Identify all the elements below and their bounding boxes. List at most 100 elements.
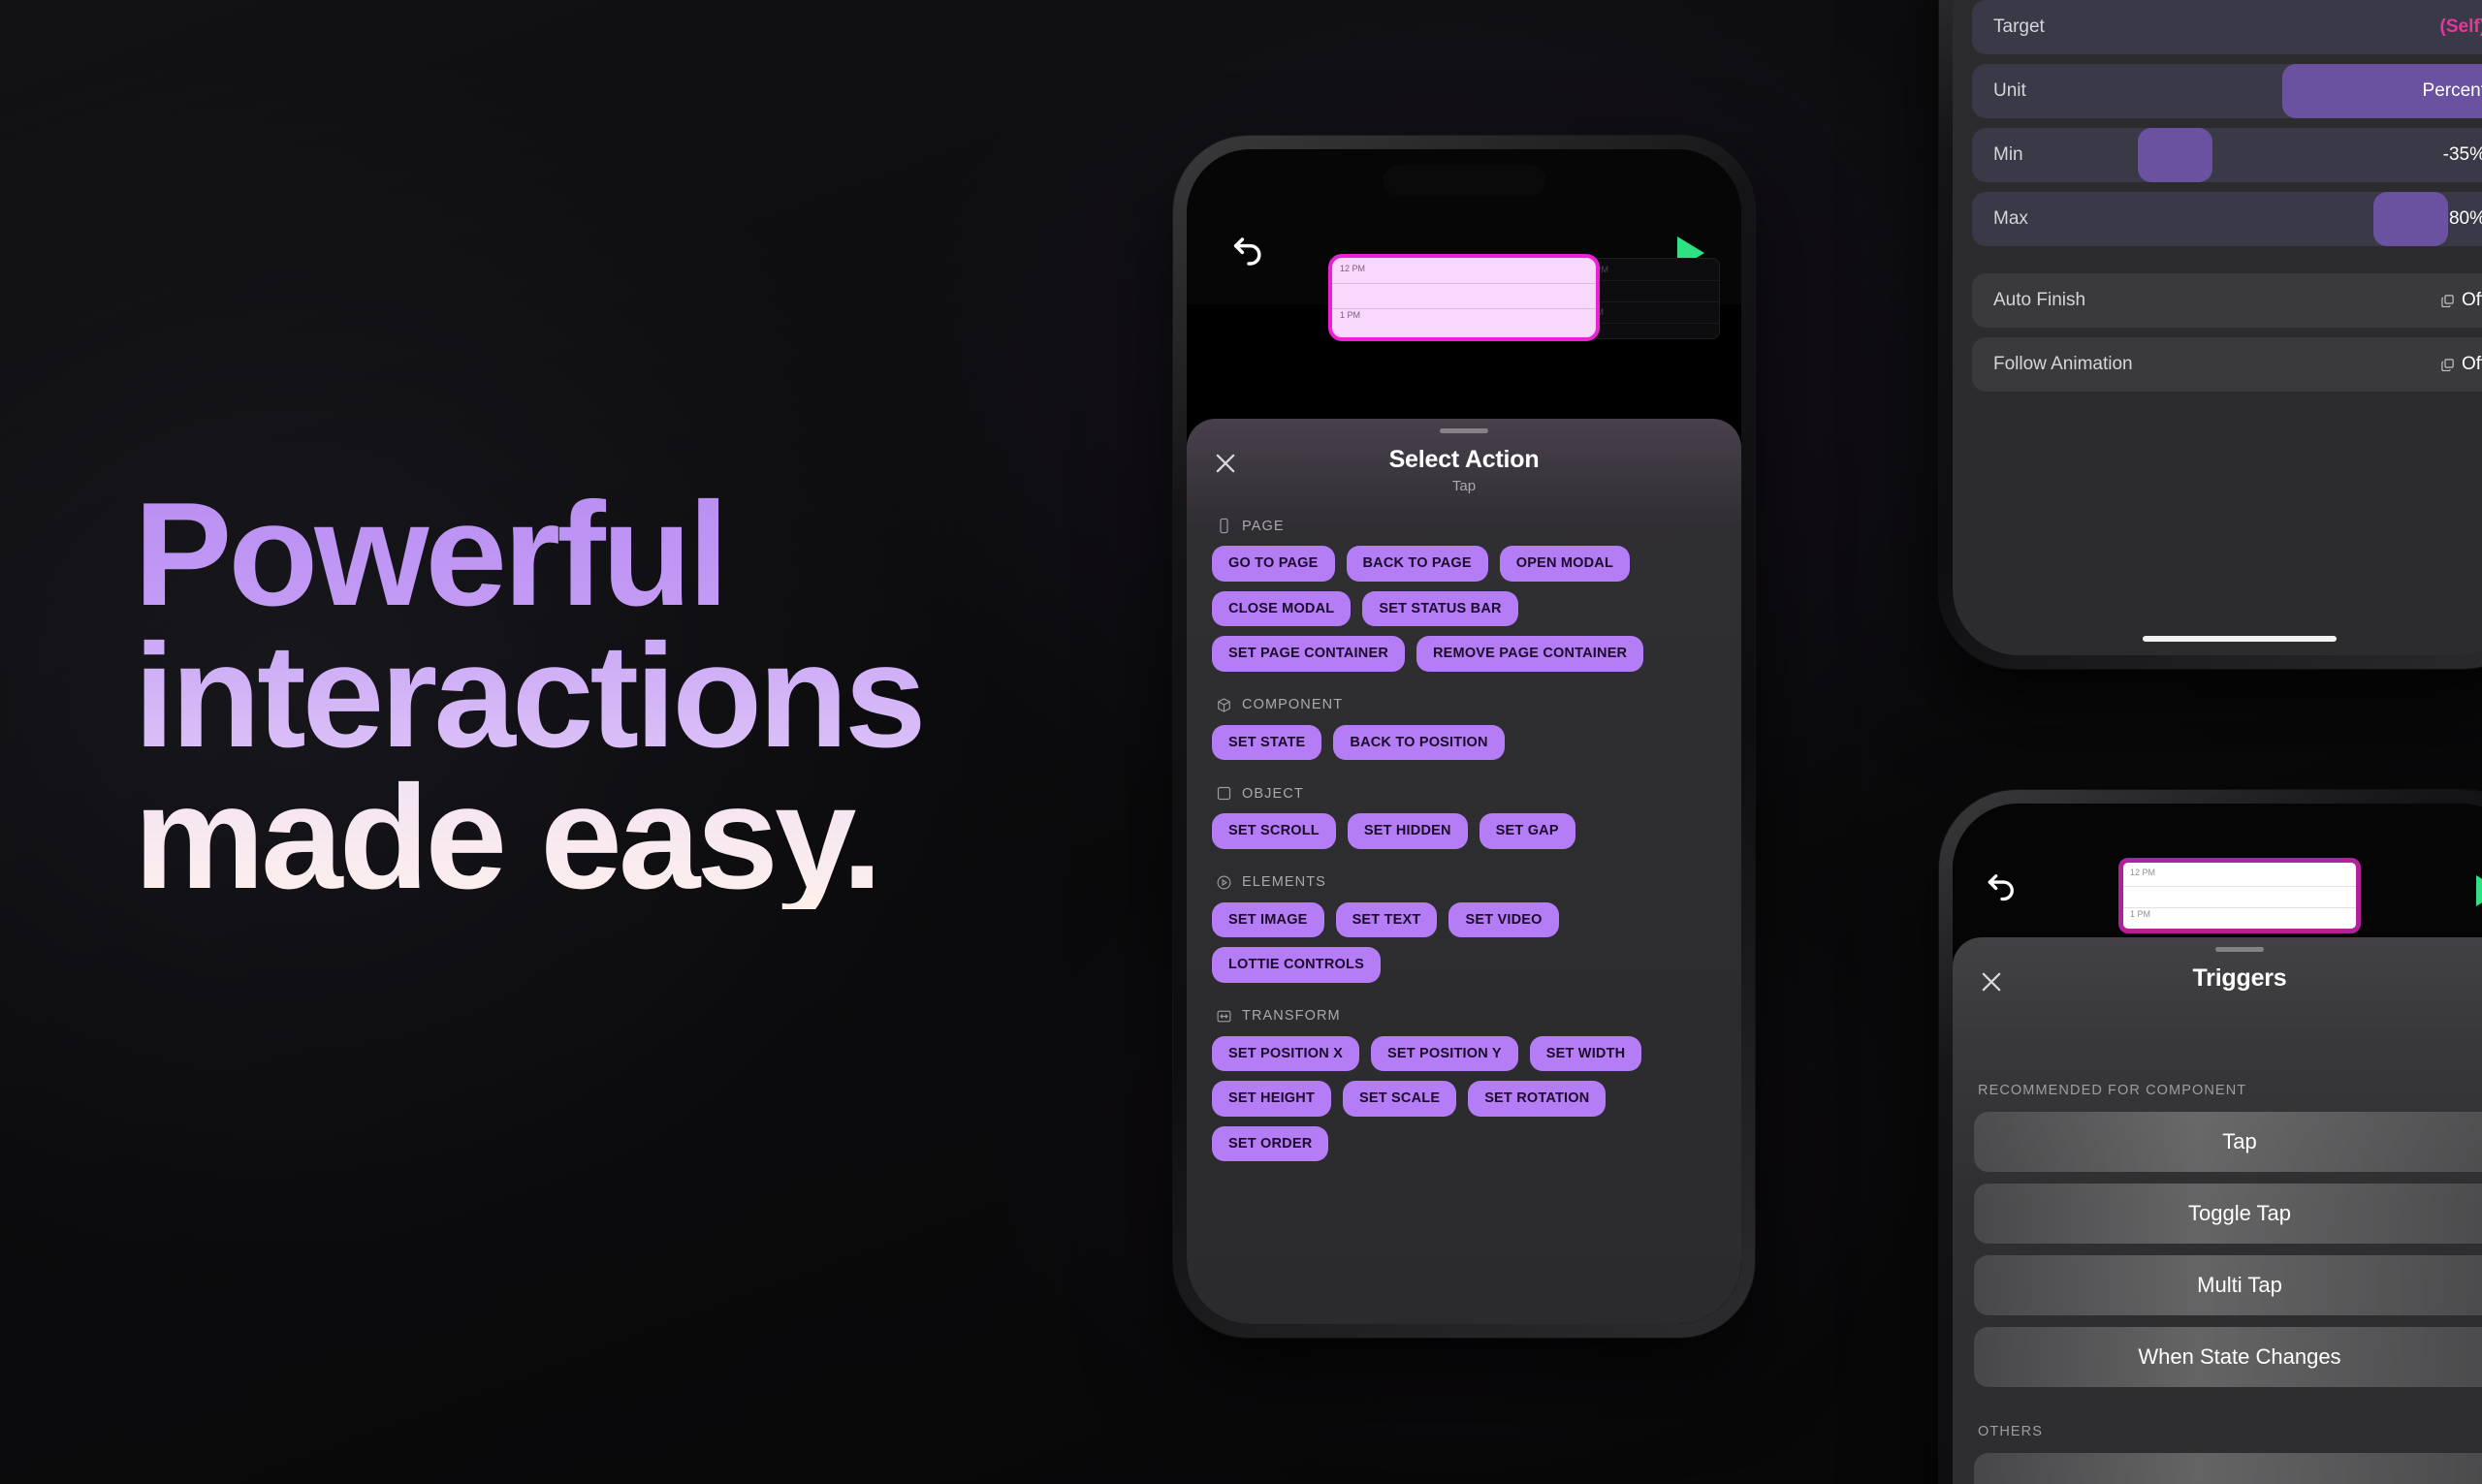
action-chip[interactable]: SET IMAGE [1212, 901, 1324, 937]
triggers-spacer [1974, 1399, 2482, 1424]
row-spacer [1972, 256, 2482, 273]
section-label: PAGE [1242, 518, 1285, 534]
action-chip[interactable]: SET TEXT [1335, 901, 1438, 937]
trigger-item[interactable]: Multi Tap [1974, 1255, 2482, 1315]
phone-triggers: 12 PM 1 PM Triggers RECOMMENDED FOR COMP… [1939, 790, 2482, 1484]
action-chip[interactable]: SET ORDER [1212, 1125, 1329, 1161]
play-icon[interactable] [2476, 875, 2482, 906]
canvas-label-bottom: 1 PM [2130, 909, 2151, 919]
sheet-subtitle: Tap [1451, 478, 1477, 494]
action-chip[interactable]: SET HEIGHT [1212, 1081, 1332, 1117]
hero-line-2: interactions [134, 622, 1123, 770]
canvas-label-top: 12 PM [1340, 264, 1366, 273]
action-chip[interactable]: SET STATUS BAR [1362, 590, 1518, 626]
action-sections: PAGE GO TO PAGE BACK TO PAGE OPEN MODAL … [1187, 512, 1741, 1324]
row-follow-animation[interactable]: Follow Animation Off [1972, 337, 2482, 392]
canvas-label-bottom: 1 PM [1340, 310, 1361, 320]
phone-set-position-y-screen: Set Position Y While Panning Target (Sel… [1953, 0, 2482, 655]
chips-component: SET STATE BACK TO POSITION [1212, 724, 1716, 760]
select-action-sheet: Select Action Tap PAGE GO TO PAGE BACK T… [1187, 419, 1741, 1324]
section-header-page: PAGE [1216, 518, 1716, 534]
phone-main-screen: 12 PM 1 PM 12 PM 1 PM Select Action Tap [1187, 149, 1741, 1324]
action-chip[interactable]: BACK TO POSITION [1333, 724, 1505, 760]
action-chip[interactable]: SET PAGE CONTAINER [1212, 636, 1405, 672]
sheet-grabber[interactable] [1440, 428, 1488, 433]
row-key: Unit [1993, 80, 2026, 101]
row-target[interactable]: Target (Self) [1972, 0, 2482, 54]
row-key: Auto Finish [1993, 290, 2086, 310]
toggle-state: Off [2462, 290, 2482, 310]
transform-icon [1216, 1008, 1232, 1025]
triggers-editor-toolbar: 12 PM 1 PM [1953, 804, 2482, 949]
close-icon[interactable] [1212, 450, 1239, 477]
row-value: 80% [2448, 208, 2482, 229]
action-chip[interactable]: SET VIDEO [1448, 901, 1559, 937]
action-chip[interactable]: SET SCROLL [1212, 813, 1336, 849]
action-chip[interactable]: SET WIDTH [1529, 1035, 1642, 1071]
triggers-others-label: OTHERS [1978, 1424, 2044, 1439]
action-chip[interactable]: SET POSITION Y [1371, 1035, 1518, 1071]
action-chip[interactable]: SET STATE [1212, 724, 1322, 760]
trigger-item-partial[interactable] [1974, 1453, 2482, 1484]
phone-main: 12 PM 1 PM 12 PM 1 PM Select Action Tap [1173, 136, 1755, 1338]
sheet-title: Select Action [1388, 446, 1540, 473]
row-auto-finish[interactable]: Auto Finish Off [1972, 273, 2482, 328]
row-value: Off [2440, 290, 2482, 311]
row-value: -35% [2442, 144, 2482, 165]
row-key: Target [1993, 16, 2045, 37]
row-min[interactable]: Min -35% [1972, 128, 2482, 182]
action-chip[interactable]: REMOVE PAGE CONTAINER [1416, 636, 1644, 672]
triggers-group-label: RECOMMENDED FOR COMPONENT [1978, 1083, 2247, 1098]
action-chip[interactable]: OPEN MODAL [1499, 546, 1631, 582]
row-unit[interactable]: Unit Percent [1972, 64, 2482, 118]
section-header-elements: ELEMENTS [1216, 874, 1716, 891]
phone-notch [1383, 165, 1545, 196]
trigger-item[interactable]: When State Changes [1974, 1327, 2482, 1387]
set-position-y-panel: Set Position Y While Panning Target (Sel… [1953, 0, 2482, 655]
row-key: Follow Animation [1993, 354, 2133, 374]
action-chip[interactable]: LOTTIE CONTROLS [1212, 947, 1381, 983]
row-key: Min [1993, 144, 2023, 165]
section-header-transform: TRANSFORM [1216, 1008, 1716, 1025]
close-icon[interactable] [1978, 968, 2005, 995]
triggers-list: RECOMMENDED FOR COMPONENT Tap Toggle Tap… [1974, 1083, 2482, 1484]
hero-headline: Powerful interactions made easy. [134, 481, 1123, 911]
row-max[interactable]: Max 80% [1972, 192, 2482, 246]
row-value: Off [2440, 354, 2482, 375]
trigger-item[interactable]: Tap [1974, 1112, 2482, 1172]
canvas-selected-card[interactable]: 12 PM 1 PM [2118, 858, 2361, 933]
action-chip[interactable]: BACK TO PAGE [1346, 546, 1488, 582]
app-screenshot: Powerful interactions made easy. 12 PM [0, 0, 2482, 1484]
section-label: ELEMENTS [1242, 874, 1326, 890]
action-chip[interactable]: SET GAP [1479, 813, 1575, 849]
phone-triggers-screen: 12 PM 1 PM Triggers RECOMMENDED FOR COMP… [1953, 804, 2482, 1484]
section-label: OBJECT [1242, 785, 1304, 802]
phone-set-position-y: Set Position Y While Panning Target (Sel… [1939, 0, 2482, 669]
undo-icon[interactable] [1229, 235, 1268, 273]
canvas-selected-card[interactable]: 12 PM 1 PM [1328, 254, 1600, 341]
row-key: Max [1993, 208, 2028, 229]
property-rows: Target (Self) Unit Percent Min -35% Max … [1972, 0, 2482, 401]
chips-object: SET SCROLL SET HIDDEN SET GAP [1212, 813, 1716, 849]
editor-toolbar: 12 PM 1 PM 12 PM 1 PM [1187, 149, 1741, 341]
section-label: COMPONENT [1242, 697, 1344, 712]
section-header-object: OBJECT [1216, 785, 1716, 802]
copy-icon [2440, 294, 2455, 308]
undo-icon[interactable] [1984, 871, 2021, 908]
trigger-item[interactable]: Toggle Tap [1974, 1184, 2482, 1244]
cube-icon [1216, 697, 1232, 713]
triggers-title: Triggers [2192, 964, 2287, 992]
triggers-sheet: Triggers RECOMMENDED FOR COMPONENT Tap T… [1953, 937, 2482, 1484]
canvas-label-top: 12 PM [2130, 868, 2156, 877]
action-chip[interactable]: SET SCALE [1343, 1081, 1457, 1117]
section-header-component: COMPONENT [1216, 697, 1716, 713]
chips-transform: SET POSITION X SET POSITION Y SET WIDTH … [1212, 1035, 1716, 1161]
action-chip[interactable]: SET ROTATION [1468, 1081, 1607, 1117]
section-label: TRANSFORM [1242, 1008, 1341, 1024]
action-chip[interactable]: SET POSITION X [1212, 1035, 1360, 1071]
square-icon [1216, 785, 1232, 802]
sheet-grabber[interactable] [2215, 947, 2264, 952]
action-chip[interactable]: GO TO PAGE [1212, 546, 1335, 582]
action-chip[interactable]: SET HIDDEN [1347, 813, 1468, 849]
action-chip[interactable]: CLOSE MODAL [1212, 590, 1352, 626]
